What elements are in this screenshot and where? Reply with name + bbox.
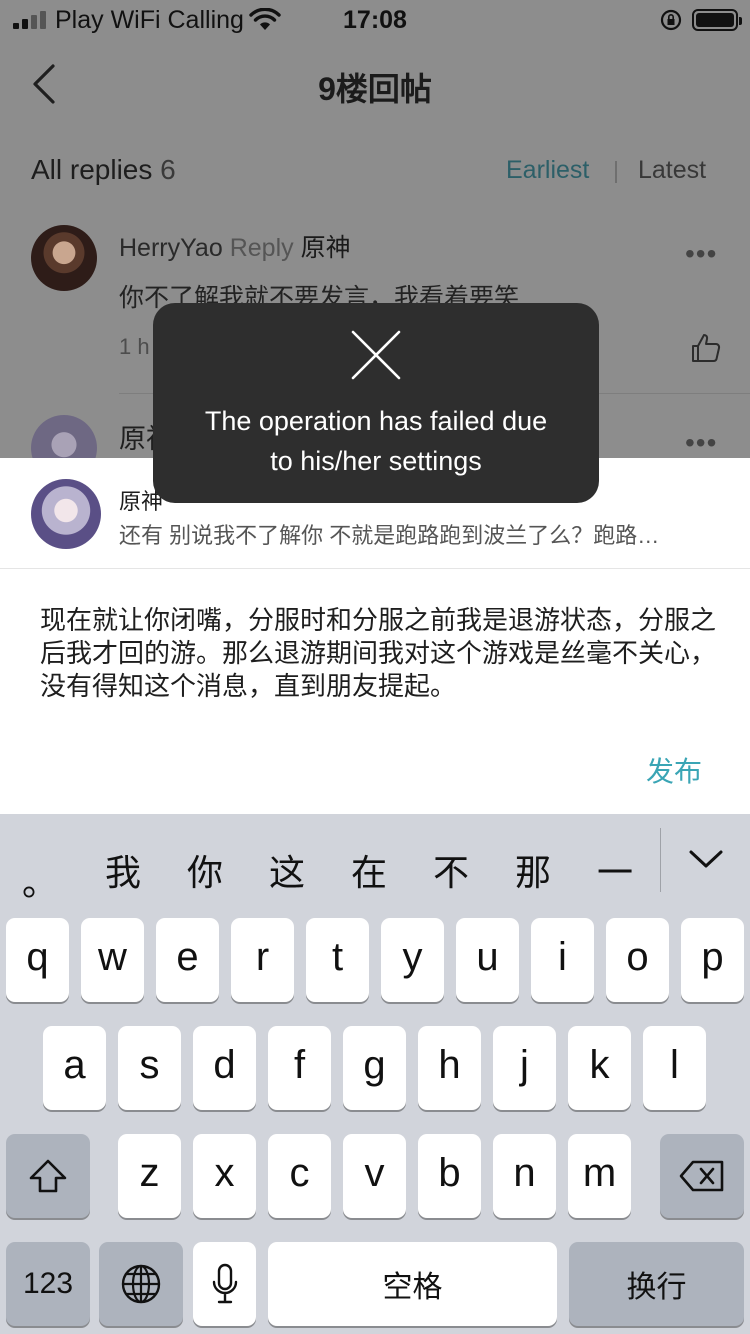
toast-message-line2: to his/her settings <box>270 446 482 476</box>
composer-divider <box>0 568 750 569</box>
reply-composer: 原神 还有 别说我不了解你 不就是跑路跑到波兰了么？跑路… 现在就让你闭嘴，分服… <box>0 458 750 814</box>
key[interactable]: z <box>118 1134 181 1218</box>
key[interactable]: u <box>456 918 519 1002</box>
more-options-icon[interactable]: ••• <box>685 238 717 270</box>
avatar[interactable] <box>31 225 97 291</box>
numbers-key[interactable]: 123 <box>6 1242 90 1326</box>
reply-input[interactable]: 现在就让你闭嘴，分服时和分服之前我是退游状态，分服之后我才回的游。那么退游期间我… <box>40 604 720 703</box>
candidate-word[interactable]: 我 <box>105 844 141 896</box>
backspace-icon <box>679 1160 724 1192</box>
return-key[interactable]: 换行 <box>569 1242 744 1326</box>
thumbs-up-icon[interactable] <box>690 332 722 364</box>
key[interactable]: s <box>118 1026 181 1110</box>
globe-icon <box>121 1264 161 1304</box>
close-icon <box>351 330 401 380</box>
candidate-word[interactable]: 。 <box>22 854 58 906</box>
quoted-text: 还有 别说我不了解你 不就是跑路跑到波兰了么？跑路… <box>119 523 660 548</box>
key[interactable]: q <box>6 918 69 1002</box>
publish-button[interactable]: 发布 <box>646 750 702 790</box>
key[interactable]: f <box>268 1026 331 1110</box>
more-options-icon[interactable]: ••• <box>685 427 717 458</box>
key[interactable]: m <box>568 1134 631 1218</box>
key[interactable]: n <box>493 1134 556 1218</box>
reply-word: Reply <box>229 234 294 262</box>
key[interactable]: t <box>306 918 369 1002</box>
delete-key[interactable] <box>660 1134 744 1218</box>
space-key[interactable]: 空格 <box>268 1242 557 1326</box>
rotation-lock-icon <box>660 9 682 31</box>
key[interactable]: v <box>343 1134 406 1218</box>
candidate-divider <box>660 828 661 892</box>
shift-key[interactable] <box>6 1134 90 1218</box>
candidate-word[interactable]: 一 <box>597 844 633 896</box>
error-toast: The operation has failed due to his/her … <box>153 303 599 503</box>
key[interactable]: b <box>418 1134 481 1218</box>
candidate-word[interactable]: 不 <box>433 844 469 896</box>
status-bar: Play WiFi Calling 17:08 <box>0 0 750 40</box>
page-title: 9楼回帖 <box>318 71 432 107</box>
clock: 17:08 <box>343 6 407 34</box>
candidate-word[interactable]: 在 <box>351 844 387 896</box>
shift-icon <box>29 1159 67 1193</box>
key[interactable]: i <box>531 918 594 1002</box>
candidate-word[interactable]: 这 <box>269 844 305 896</box>
reply-target-username[interactable]: 原神 <box>301 234 351 262</box>
comment-username[interactable]: HerryYao <box>119 234 223 262</box>
key[interactable]: l <box>643 1026 706 1110</box>
toast-message-line1: The operation has failed due <box>204 406 548 436</box>
battery-icon <box>692 9 742 31</box>
key[interactable]: w <box>81 918 144 1002</box>
avatar[interactable] <box>31 415 97 458</box>
key[interactable]: p <box>681 918 744 1002</box>
candidate-word[interactable]: 那 <box>515 844 551 896</box>
key[interactable]: d <box>193 1026 256 1110</box>
key[interactable]: e <box>156 918 219 1002</box>
key[interactable]: h <box>418 1026 481 1110</box>
sort-earliest-tab[interactable]: Earliest <box>506 156 589 185</box>
sort-divider <box>615 161 617 183</box>
dictation-key[interactable] <box>193 1242 256 1326</box>
key[interactable]: c <box>268 1134 331 1218</box>
key[interactable]: j <box>493 1026 556 1110</box>
candidate-word[interactable]: 你 <box>187 844 223 896</box>
key[interactable]: a <box>43 1026 106 1110</box>
sort-latest-tab[interactable]: Latest <box>638 156 706 185</box>
key[interactable]: y <box>381 918 444 1002</box>
key[interactable]: o <box>606 918 669 1002</box>
avatar <box>31 479 101 549</box>
replies-header: All replies 6 <box>31 154 176 186</box>
microphone-icon <box>212 1263 237 1304</box>
keyboard: 。 我 你 这 在 不 那 一 q w e r t y u i o p a s … <box>0 814 750 1334</box>
key[interactable]: r <box>231 918 294 1002</box>
comment-time: 1 h <box>119 334 150 359</box>
key[interactable]: g <box>343 1026 406 1110</box>
replies-label: All replies <box>31 154 153 185</box>
comment-header: HerryYao Reply 原神 <box>119 228 351 264</box>
chevron-down-icon[interactable] <box>688 848 724 870</box>
key[interactable]: x <box>193 1134 256 1218</box>
replies-count: 6 <box>160 154 176 185</box>
globe-key[interactable] <box>99 1242 183 1326</box>
key[interactable]: k <box>568 1026 631 1110</box>
